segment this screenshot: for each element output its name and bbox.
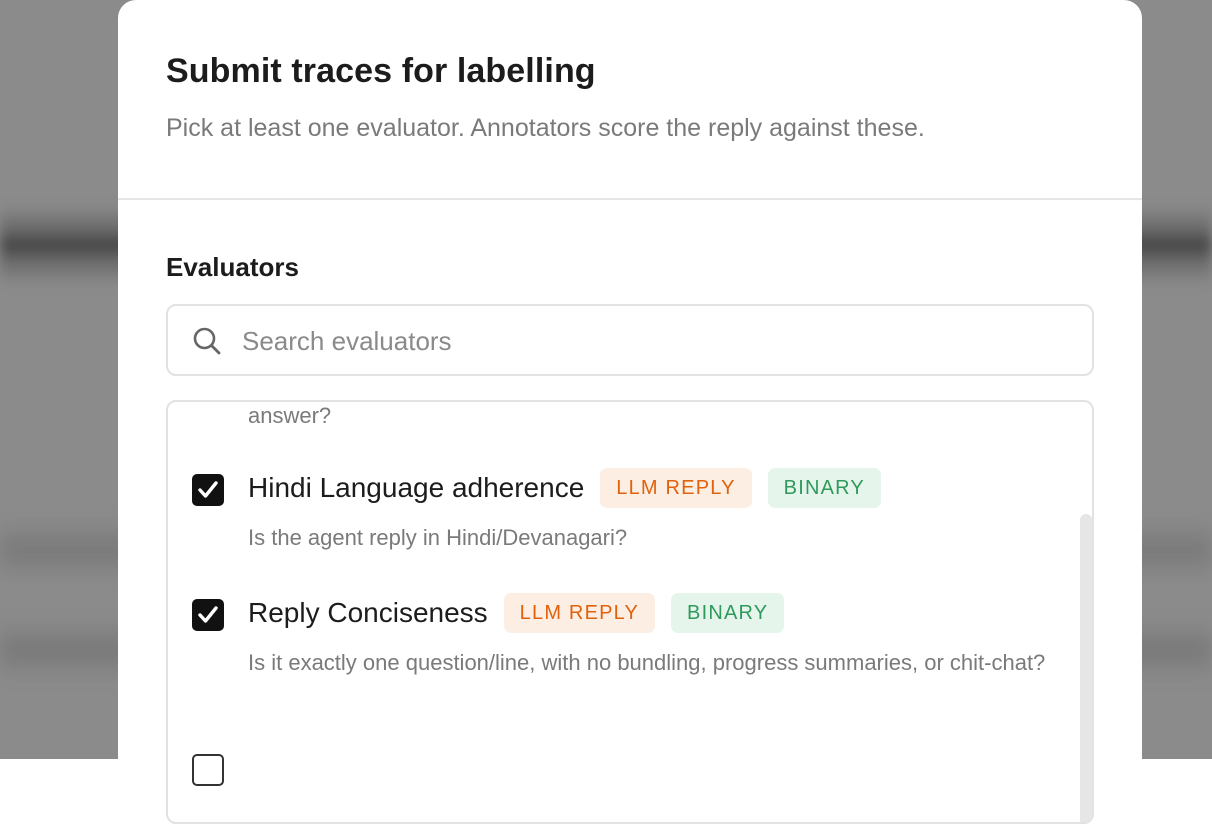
evaluator-description: Is it exactly one question/line, with no… <box>248 650 1046 675</box>
evaluator-description: Is the agent reply in Hindi/Devanagari? <box>248 525 628 550</box>
evaluator-name: Hindi Language adherence <box>248 472 585 503</box>
submit-traces-modal: Submit traces for labelling Pick at leas… <box>118 0 1142 824</box>
evaluator-title-line: Hindi Language adherence LLM REPLY BINAR… <box>248 468 897 508</box>
evaluators-section-label: Evaluators <box>166 252 299 282</box>
binary-badge: BINARY <box>671 593 785 633</box>
binary-badge: BINARY <box>767 468 881 508</box>
evaluator-name: Reply Conciseness <box>248 597 488 628</box>
search-icon <box>193 327 221 355</box>
list-scrollbar[interactable] <box>1080 514 1092 822</box>
checkmark-icon <box>198 481 218 498</box>
header-divider <box>118 198 1142 200</box>
modal-title: Submit traces for labelling <box>166 52 596 90</box>
llm-reply-badge: LLM REPLY <box>600 468 752 508</box>
evaluator-checkbox-reply-conciseness[interactable] <box>192 599 224 631</box>
evaluator-title-line: Reply Conciseness LLM REPLY BINARY <box>248 593 800 633</box>
llm-reply-badge: LLM REPLY <box>503 593 656 633</box>
evaluator-search-box[interactable] <box>166 304 1094 376</box>
checkmark-icon <box>198 606 218 623</box>
evaluator-search-input[interactable] <box>240 316 1064 366</box>
list-item-cropped-description: answer? <box>248 403 332 428</box>
evaluator-list[interactable]: answer? Hindi Language adherence LLM REP… <box>166 400 1094 824</box>
evaluator-checkbox-hindi-language-adherence[interactable] <box>192 474 224 506</box>
modal-subtitle: Pick at least one evaluator. Annotators … <box>166 114 925 142</box>
